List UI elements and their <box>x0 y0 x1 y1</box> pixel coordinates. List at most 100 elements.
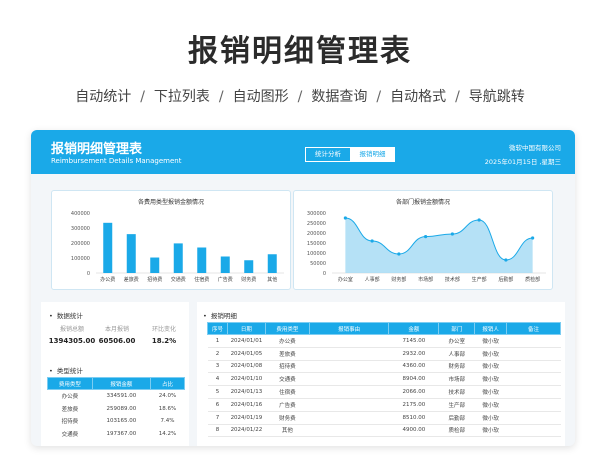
bar-chart-card: 各费用类型报销金额情况 0 100000 200000 300000 400000 办公费… <box>51 190 291 290</box>
table-cell <box>506 398 561 412</box>
table-cell <box>506 385 561 399</box>
table-row: 招待费 103165.00 7.4% <box>48 415 185 428</box>
column-header: 备注 <box>506 322 561 335</box>
table-row[interactable]: 1 2024/01/01 办公费 7145.00 办公室 微小软 <box>207 334 561 348</box>
y-tick-label: 100000 <box>307 251 326 257</box>
dashboard-subtitle: Reimbursement Details Management <box>51 157 182 165</box>
table-row[interactable]: 2 2024/01/05 差旅费 2932.00 人事部 微小软 <box>207 347 561 361</box>
stat-value-month: 60506.00 <box>98 337 136 345</box>
feature-item: 数据查询 <box>311 89 368 105</box>
bar <box>267 254 277 273</box>
column-header: 报销事由 <box>308 322 390 335</box>
tab-details[interactable]: 报销明细 <box>350 148 394 161</box>
x-tick-label: 其他 <box>267 276 277 283</box>
bar <box>197 247 207 273</box>
y-tick-label: 250000 <box>307 221 326 227</box>
table-cell: 微小软 <box>474 347 507 361</box>
table-cell: 4 <box>207 372 228 387</box>
type-col-header: 费用类型 <box>47 377 93 390</box>
table-cell: 办公室 <box>438 334 475 348</box>
x-tick-label: 财务部 <box>391 276 406 283</box>
y-tick-label: 300000 <box>307 211 326 217</box>
column-header: 费用类型 <box>264 322 310 335</box>
data-point <box>477 218 481 222</box>
table-cell: 2175.00 <box>388 398 439 412</box>
column-header: 日期 <box>226 322 266 335</box>
table-cell: 4360.00 <box>388 360 439 374</box>
table-cell: 6 <box>207 398 228 412</box>
column-header: 金额 <box>388 322 440 335</box>
table-cell: 微小软 <box>474 334 507 348</box>
details-panel: 报销明细 序号日期费用类型报销事由金额部门报销人备注 12024/01/01办公… <box>197 302 565 446</box>
table-cell: 市场部 <box>438 372 475 387</box>
stat-label-change: 环比变化 <box>151 326 176 333</box>
table-cell: 7145.00 <box>388 334 439 348</box>
table-cell <box>309 372 389 387</box>
x-tick-label: 差旅费 <box>124 276 139 283</box>
table-cell: 质检部 <box>438 424 475 438</box>
table-cell: 8510.00 <box>388 411 439 425</box>
area-chart-card: 各部门报销金额情况 0 50000 100000 150000 200000 250000… <box>293 190 553 290</box>
x-tick-label: 办公费 <box>100 276 115 283</box>
table-cell: 4900.00 <box>388 424 439 438</box>
table-row[interactable]: 8 2024/01/22 其他 4900.00 质检部 微小软 <box>207 424 561 438</box>
table-cell: 259089.00 <box>106 405 137 412</box>
table-cell: 人事部 <box>438 347 475 361</box>
table-row[interactable]: 7 2024/01/19 财务费 8510.00 后勤部 微小软 <box>207 411 561 425</box>
table-row[interactable]: 3 2024/01/08 招待费 4360.00 财务部 微小软 <box>207 360 561 374</box>
y-tick-label: 0 <box>323 271 326 277</box>
table-cell: 24.0% <box>158 393 177 400</box>
x-tick-label: 办公室 <box>338 276 353 283</box>
bar <box>103 222 113 273</box>
table-cell: 财务部 <box>438 360 475 374</box>
y-tick-label: 50000 <box>310 261 326 267</box>
x-tick-label: 招待费 <box>147 276 162 283</box>
table-cell: 3 <box>207 360 228 374</box>
table-cell <box>309 347 389 361</box>
table-cell: 103165.00 <box>106 418 137 425</box>
table-cell <box>309 398 389 412</box>
table-cell: 2024/01/16 <box>227 398 266 412</box>
table-cell: 微小软 <box>474 385 507 399</box>
table-cell: 2 <box>207 347 228 361</box>
table-cell <box>506 411 561 425</box>
feature-separator: / <box>376 89 382 105</box>
x-tick-label: 住宿费 <box>194 276 209 283</box>
nav-tabs: 统计分析 报销明细 <box>305 147 395 162</box>
ratio-col-header: 占比 <box>149 377 186 390</box>
y-tick-label: 200000 <box>307 231 326 237</box>
tab-statistics[interactable]: 统计分析 <box>306 148 350 161</box>
table-cell: 微小软 <box>474 372 507 387</box>
table-row[interactable]: 6 2024/01/16 广告费 2175.00 生产部 微小软 <box>207 398 561 412</box>
table-row[interactable]: 4 2024/01/10 交通费 8904.00 市场部 微小软 <box>207 372 561 387</box>
feature-item: 自动图形 <box>232 89 289 105</box>
feature-item: 自动统计 <box>75 89 132 105</box>
table-cell: 微小软 <box>474 411 507 425</box>
table-cell: 差旅费 <box>265 347 310 361</box>
type-stats-table: 费用类型 报销金额 占比 办公费 334591.00 24.0% 差旅费 259089.… <box>47 377 186 441</box>
table-row[interactable]: 5 2024/01/13 住宿费 2066.00 技术部 微小软 <box>207 385 561 399</box>
bar <box>126 234 136 273</box>
table-cell: 微小软 <box>474 424 507 438</box>
feature-item: 自动格式 <box>390 89 447 105</box>
table-cell: 7.4% <box>160 418 175 425</box>
table-cell: 办公费 <box>61 394 79 401</box>
table-cell: 交通费 <box>61 432 79 439</box>
stat-label-month: 本月报销 <box>104 326 129 333</box>
table-cell: 住宿费 <box>265 385 310 399</box>
feature-separator: / <box>297 89 303 105</box>
data-point <box>504 258 508 262</box>
table-cell <box>506 372 561 387</box>
table-cell <box>506 334 561 348</box>
y-tick-label: 400000 <box>71 211 90 217</box>
table-cell <box>506 347 561 361</box>
table-cell: 差旅费 <box>61 406 79 413</box>
stat-label-total: 报销总额 <box>59 326 84 333</box>
bar <box>220 256 230 273</box>
stat-value-total: 1394305.00 <box>48 337 96 345</box>
feature-separator: / <box>218 89 224 105</box>
table-row: 交通费 197367.00 14.2% <box>48 428 185 441</box>
x-tick-label: 后勤部 <box>498 276 513 283</box>
table-cell: 财务费 <box>265 411 310 425</box>
table-cell: 2024/01/10 <box>227 372 266 387</box>
